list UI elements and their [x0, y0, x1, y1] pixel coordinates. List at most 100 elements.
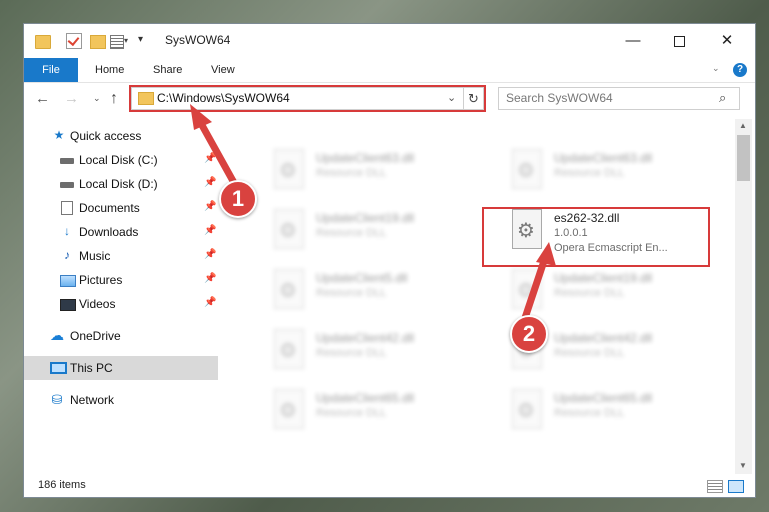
- file-highlight-box: [482, 207, 710, 267]
- sidebar-item-music[interactable]: ♪ Music 📌: [24, 244, 218, 268]
- recent-locations-button[interactable]: ⌄: [93, 93, 101, 104]
- sidebar-item-videos[interactable]: Videos 📌: [24, 292, 218, 316]
- callout-step-1: 1: [219, 180, 257, 218]
- sidebar-item-label: Network: [70, 393, 115, 407]
- pin-icon[interactable]: 📌: [204, 297, 216, 308]
- network-icon: ⛁: [51, 392, 63, 407]
- drive-icon: [60, 182, 74, 188]
- sidebar-item-quick-access[interactable]: ★ Quick access: [24, 124, 218, 148]
- expand-ribbon-icon[interactable]: ⌄: [712, 63, 720, 74]
- vertical-scrollbar[interactable]: ▲ ▼: [735, 119, 752, 474]
- file-item[interactable]: ⚙ UpdateClient65.dll Resource DLL: [270, 389, 500, 439]
- dll-file-icon: ⚙: [270, 209, 306, 253]
- pin-icon[interactable]: 📌: [204, 225, 216, 236]
- pin-icon[interactable]: 📌: [204, 249, 216, 260]
- close-button[interactable]: ✕: [704, 24, 750, 58]
- status-bar: 186 items: [24, 474, 755, 497]
- up-button[interactable]: ↑: [110, 90, 118, 108]
- help-icon[interactable]: ?: [733, 63, 747, 77]
- file-name: UpdateClient19.dll: [554, 271, 653, 285]
- sidebar-item-label: Local Disk (C:): [79, 153, 158, 167]
- pin-icon[interactable]: 📌: [204, 177, 216, 188]
- ribbon: File Home Share View ⌄ ?: [24, 58, 755, 83]
- tab-share[interactable]: Share: [153, 58, 182, 82]
- file-item[interactable]: ⚙ UpdateClient65.dll Resource DLL: [508, 389, 738, 439]
- file-type: Resource DLL: [554, 287, 625, 299]
- dll-file-icon: ⚙: [508, 149, 544, 193]
- scroll-down-icon[interactable]: ▼: [739, 461, 747, 470]
- minimize-button[interactable]: —: [610, 24, 656, 58]
- scrollbar-thumb[interactable]: [737, 135, 750, 181]
- forward-button[interactable]: →: [64, 90, 79, 107]
- file-type: Resource DLL: [316, 407, 387, 419]
- details-view-button[interactable]: [707, 480, 723, 493]
- sidebar-item-label: Videos: [79, 297, 116, 311]
- file-name: UpdateClient63.dll: [316, 151, 415, 165]
- tab-home[interactable]: Home: [95, 58, 124, 82]
- sidebar-item-label: Music: [79, 249, 111, 263]
- file-type: Resource DLL: [316, 287, 387, 299]
- sidebar-item-downloads[interactable]: ↓ Downloads 📌: [24, 220, 218, 244]
- search-input[interactable]: Search SysWOW64: [506, 91, 613, 105]
- search-icon[interactable]: ⌕: [719, 90, 726, 106]
- window-title: SysWOW64: [165, 33, 231, 47]
- sidebar-item-local-disk-d[interactable]: Local Disk (D:) 📌: [24, 172, 218, 196]
- file-type: Resource DLL: [554, 407, 625, 419]
- pin-icon[interactable]: 📌: [204, 201, 216, 212]
- sidebar-item-pictures[interactable]: Pictures 📌: [24, 268, 218, 292]
- file-list: ⚙ UpdateClient63.dll Resource DLL ⚙ Upda…: [242, 119, 739, 474]
- new-folder-icon[interactable]: [90, 35, 106, 49]
- computer-icon: [50, 362, 67, 374]
- title-bar: ▾ ▾ SysWOW64 — ✕: [24, 24, 755, 58]
- star-icon: ★: [53, 128, 65, 142]
- file-type: Resource DLL: [554, 347, 625, 359]
- dll-file-icon: ⚙: [508, 389, 544, 433]
- file-item[interactable]: ⚙ UpdateClient42.dll Resource DLL: [270, 329, 500, 379]
- sidebar-item-label: Pictures: [79, 273, 123, 287]
- pictures-icon: [60, 275, 76, 287]
- file-name: UpdateClient42.dll: [316, 331, 415, 345]
- chevron-down-icon[interactable]: ▾: [124, 36, 128, 45]
- dll-file-icon: ⚙: [270, 149, 306, 193]
- scroll-up-icon[interactable]: ▲: [739, 121, 747, 130]
- file-item[interactable]: ⚙ UpdateClient63.dll Resource DLL: [270, 149, 500, 199]
- sidebar-item-label: Local Disk (D:): [79, 177, 158, 191]
- file-item[interactable]: ⚙ UpdateClient19.dll Resource DLL: [270, 209, 500, 259]
- sidebar-item-label: This PC: [70, 361, 113, 375]
- tab-file[interactable]: File: [24, 58, 78, 82]
- drive-icon: [60, 158, 74, 164]
- music-icon: ♪: [64, 248, 70, 262]
- pin-icon[interactable]: 📌: [204, 273, 216, 284]
- tab-view[interactable]: View: [211, 58, 235, 82]
- file-name: UpdateClient65.dll: [554, 391, 653, 405]
- sidebar-item-local-disk-c[interactable]: Local Disk (C:) 📌: [24, 148, 218, 172]
- pin-icon[interactable]: 📌: [204, 153, 216, 164]
- file-explorer-window: ▾ ▾ SysWOW64 — ✕ File Home Share View ⌄ …: [24, 24, 755, 497]
- sidebar-item-this-pc[interactable]: This PC: [24, 356, 218, 380]
- rename-icon[interactable]: [110, 35, 124, 49]
- folder-icon: [35, 35, 51, 49]
- sidebar-item-onedrive[interactable]: ☁ OneDrive: [24, 324, 218, 348]
- item-count: 186 items: [38, 479, 86, 491]
- file-item[interactable]: ⚙ UpdateClient19.dll Resource DLL: [508, 269, 738, 319]
- tiles-view-button[interactable]: [728, 480, 744, 493]
- sidebar-item-network[interactable]: ⛁ Network: [24, 388, 218, 412]
- file-type: Resource DLL: [316, 347, 387, 359]
- properties-check-icon[interactable]: [66, 33, 82, 49]
- cloud-icon: ☁: [50, 327, 64, 343]
- videos-icon: [60, 299, 76, 311]
- file-type: Resource DLL: [316, 167, 387, 179]
- dll-file-icon: ⚙: [508, 269, 544, 313]
- file-name: UpdateClient63.dll: [554, 151, 653, 165]
- file-item[interactable]: ⚙ UpdateClient63.dll Resource DLL: [508, 149, 738, 199]
- customize-toolbar-icon[interactable]: ▾: [138, 34, 143, 45]
- navigation-pane: ★ Quick access Local Disk (C:) 📌 Local D…: [24, 119, 218, 474]
- back-button[interactable]: ←: [35, 90, 50, 107]
- sidebar-item-documents[interactable]: Documents 📌: [24, 196, 218, 220]
- search-box[interactable]: Search SysWOW64 ⌕: [498, 87, 740, 110]
- maximize-button[interactable]: [656, 24, 702, 58]
- dll-file-icon: ⚙: [270, 269, 306, 313]
- document-icon: [61, 201, 73, 215]
- maximize-icon: [673, 35, 685, 47]
- file-item[interactable]: ⚙ UpdateClient5.dll Resource DLL: [270, 269, 500, 319]
